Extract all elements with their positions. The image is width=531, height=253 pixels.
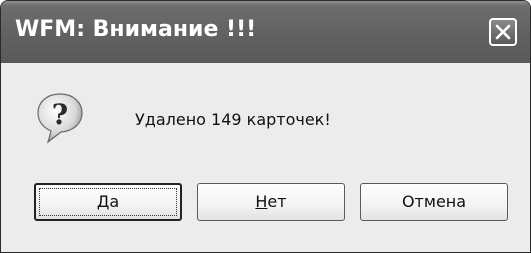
no-button[interactable]: Нет — [197, 183, 345, 221]
svg-text:?: ? — [52, 98, 68, 131]
dialog-body: ? Удалено 149 карточек! Да Нет Отмена — [1, 63, 530, 252]
cancel-label: Отмена — [401, 192, 467, 211]
yes-label: а — [109, 192, 120, 211]
no-label: ет — [267, 192, 287, 211]
window-title: WFM: Внимание !!! — [15, 17, 257, 42]
title-bar[interactable]: WFM: Внимание !!! — [1, 1, 530, 63]
close-button[interactable] — [489, 18, 517, 46]
question-icon: ? — [37, 93, 83, 144]
no-mnemonic: Н — [255, 192, 268, 211]
cancel-button[interactable]: Отмена — [360, 183, 508, 221]
yes-mnemonic: Д — [96, 192, 110, 211]
dialog-message: Удалено 149 карточек! — [135, 110, 331, 129]
message-dialog: WFM: Внимание !!! ? Удалено 149 карточек… — [0, 0, 531, 253]
close-icon — [495, 24, 511, 40]
yes-button[interactable]: Да — [34, 183, 182, 221]
